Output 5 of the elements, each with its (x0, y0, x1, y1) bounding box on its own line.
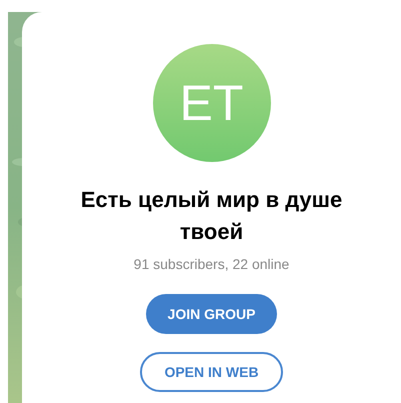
join-button[interactable]: JOIN GROUP (146, 294, 278, 334)
avatar: ET (152, 44, 270, 162)
group-title: Есть целый мир в душе твоей (80, 186, 344, 246)
open-web-button[interactable]: OPEN IN WEB (140, 352, 283, 392)
member-count: 91 subscribers, 22 online (134, 256, 290, 272)
